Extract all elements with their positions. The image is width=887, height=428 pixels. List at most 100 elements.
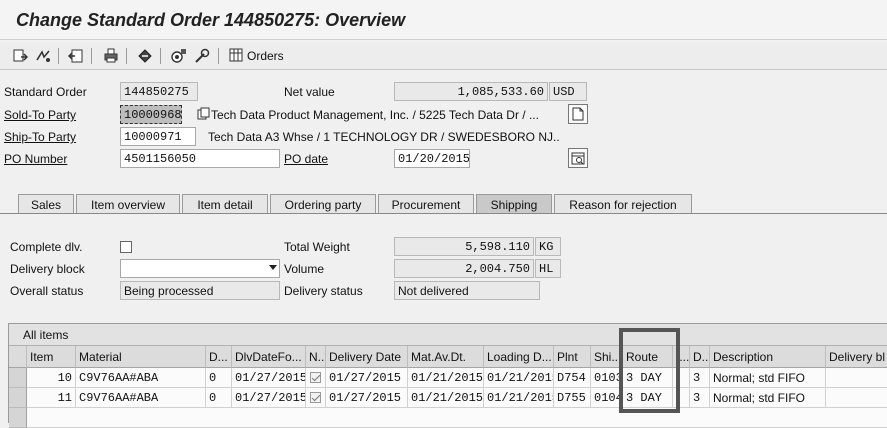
back-icon[interactable] xyxy=(66,46,86,66)
ship-to-party-description: Tech Data A3 Whse / 1 TECHNOLOGY DR / SW… xyxy=(208,130,560,144)
table-cell-checkbox[interactable] xyxy=(306,388,326,408)
column-header[interactable]: DlvDateFo... xyxy=(232,346,306,368)
table-cell[interactable] xyxy=(826,368,887,388)
table-cell[interactable]: 3 xyxy=(690,388,710,408)
header-icon[interactable] xyxy=(135,46,155,66)
toggle-icon[interactable] xyxy=(33,46,53,66)
column-header[interactable]: N.. xyxy=(306,346,326,368)
tab-procurement[interactable]: Procurement xyxy=(378,194,474,214)
table-cell[interactable]: 0 xyxy=(206,368,232,388)
delivery-block-select[interactable] xyxy=(120,259,280,278)
table-cell[interactable]: 01/21/2015 xyxy=(484,368,554,388)
document-icon[interactable] xyxy=(568,104,588,124)
display-document-icon[interactable] xyxy=(10,46,30,66)
volume-field[interactable]: 2,004.750 xyxy=(394,259,534,278)
ship-to-party-field[interactable]: 10000971 xyxy=(120,127,196,146)
table-cell[interactable]: 0 xyxy=(206,388,232,408)
items-icon[interactable] xyxy=(169,46,189,66)
delivery-status-label: Delivery status xyxy=(284,284,363,298)
table-cell-description[interactable]: Normal; std FIFO xyxy=(710,368,826,388)
select-all-cell[interactable] xyxy=(9,346,27,368)
table-cell[interactable]: 0103 xyxy=(591,368,623,388)
tab-ordering-party[interactable]: Ordering party xyxy=(270,194,376,214)
sold-to-party-description: Tech Data Product Management, Inc. / 522… xyxy=(211,108,539,122)
print-icon[interactable] xyxy=(101,46,121,66)
column-header[interactable]: Item xyxy=(27,346,76,368)
tab-shipping[interactable]: Shipping xyxy=(476,194,552,214)
copy-icon[interactable] xyxy=(197,107,211,121)
table-cell[interactable] xyxy=(673,388,690,408)
column-header[interactable]: Mat.Av.Dt. xyxy=(408,346,484,368)
tab-item-detail[interactable]: Item detail xyxy=(182,194,268,214)
chevron-down-icon[interactable] xyxy=(262,259,280,278)
column-header[interactable]: Material xyxy=(76,346,206,368)
table-cell[interactable]: 01/27/2015 xyxy=(232,368,306,388)
column-header[interactable]: Description xyxy=(710,346,826,368)
column-header[interactable]: I... xyxy=(673,346,690,368)
calendar-icon[interactable] xyxy=(568,148,588,168)
toolbar-separator xyxy=(160,48,161,64)
config-icon[interactable] xyxy=(192,46,212,66)
table-cell-checkbox[interactable] xyxy=(306,368,326,388)
po-number-label[interactable]: PO Number xyxy=(4,152,67,166)
table-cell-item[interactable]: 11 xyxy=(27,388,76,408)
row-selector[interactable] xyxy=(9,408,27,428)
table-cell-route[interactable]: 3 DAY xyxy=(623,368,673,388)
table-cell[interactable]: 01/27/2015 xyxy=(232,388,306,408)
volume-unit-field[interactable]: HL xyxy=(535,259,561,278)
tab-sales[interactable]: Sales xyxy=(18,194,74,214)
ship-to-party-label[interactable]: Ship-To Party xyxy=(4,130,76,144)
order-header: Standard Order 144850275 Net value 1,085… xyxy=(0,72,887,192)
column-header[interactable]: Delivery bl xyxy=(826,346,887,368)
items-table: All items Item Material D... DlvDateFo..… xyxy=(8,323,887,428)
standard-order-field[interactable]: 144850275 xyxy=(120,82,198,101)
overall-status-label: Overall status xyxy=(10,284,84,298)
column-header[interactable]: Plnt xyxy=(554,346,591,368)
delivery-status-field[interactable]: Not delivered xyxy=(394,281,540,300)
orders-button[interactable]: Orders xyxy=(229,46,284,66)
column-header[interactable]: Delivery Date xyxy=(326,346,408,368)
weight-unit-field[interactable]: KG xyxy=(535,237,561,256)
table-cell[interactable]: D755 xyxy=(554,388,591,408)
table-cell-route[interactable]: 3 DAY xyxy=(623,388,673,408)
table-cell[interactable]: 3 xyxy=(690,368,710,388)
table-cell[interactable] xyxy=(673,368,690,388)
overall-status-field[interactable]: Being processed xyxy=(120,281,280,300)
table-cell-material[interactable]: C9V76AA#ABA xyxy=(76,368,206,388)
delivery-block-label: Delivery block xyxy=(10,262,85,276)
table-cell-material[interactable]: C9V76AA#ABA xyxy=(76,388,206,408)
table-cell[interactable]: 01/21/2015 xyxy=(408,368,484,388)
column-header[interactable]: D.. xyxy=(690,346,710,368)
column-header[interactable]: Loading D... xyxy=(484,346,554,368)
table-cell[interactable] xyxy=(826,388,887,408)
items-table-title: All items xyxy=(9,324,887,346)
complete-dlv-checkbox[interactable] xyxy=(120,241,132,253)
table-cell[interactable]: D754 xyxy=(554,368,591,388)
checkmark-icon xyxy=(310,392,321,404)
tab-reason-for-rejection[interactable]: Reason for rejection xyxy=(554,194,692,214)
row-selector[interactable] xyxy=(9,368,27,388)
column-header[interactable]: D... xyxy=(206,346,232,368)
table-cell[interactable]: 01/27/2015 xyxy=(326,368,408,388)
toolbar-separator xyxy=(126,48,127,64)
table-cell-description[interactable]: Normal; std FIFO xyxy=(710,388,826,408)
sold-to-party-label[interactable]: Sold-To Party xyxy=(4,108,76,122)
tab-item-overview[interactable]: Item overview xyxy=(76,194,180,214)
table-cell[interactable]: 01/27/2015 xyxy=(326,388,408,408)
po-date-label[interactable]: PO date xyxy=(284,152,328,166)
total-weight-field[interactable]: 5,598.110 xyxy=(394,237,534,256)
net-value-label: Net value xyxy=(284,85,335,99)
table-cell[interactable]: 01/21/2015 xyxy=(408,388,484,408)
sold-to-party-field[interactable]: 10000968 xyxy=(120,105,182,124)
column-header[interactable]: Shi... xyxy=(591,346,623,368)
currency-field[interactable]: USD xyxy=(549,82,587,101)
orders-button-label: Orders xyxy=(247,49,284,63)
table-cell[interactable]: 0104 xyxy=(591,388,623,408)
po-date-field[interactable]: 01/20/2015 xyxy=(394,149,470,168)
row-selector[interactable] xyxy=(9,388,27,408)
table-cell[interactable]: 01/21/2015 xyxy=(484,388,554,408)
column-header[interactable]: Route xyxy=(623,346,673,368)
table-cell-item[interactable]: 10 xyxy=(27,368,76,388)
po-number-field[interactable]: 4501156050 xyxy=(120,149,280,168)
net-value-field[interactable]: 1,085,533.60 xyxy=(394,82,548,101)
